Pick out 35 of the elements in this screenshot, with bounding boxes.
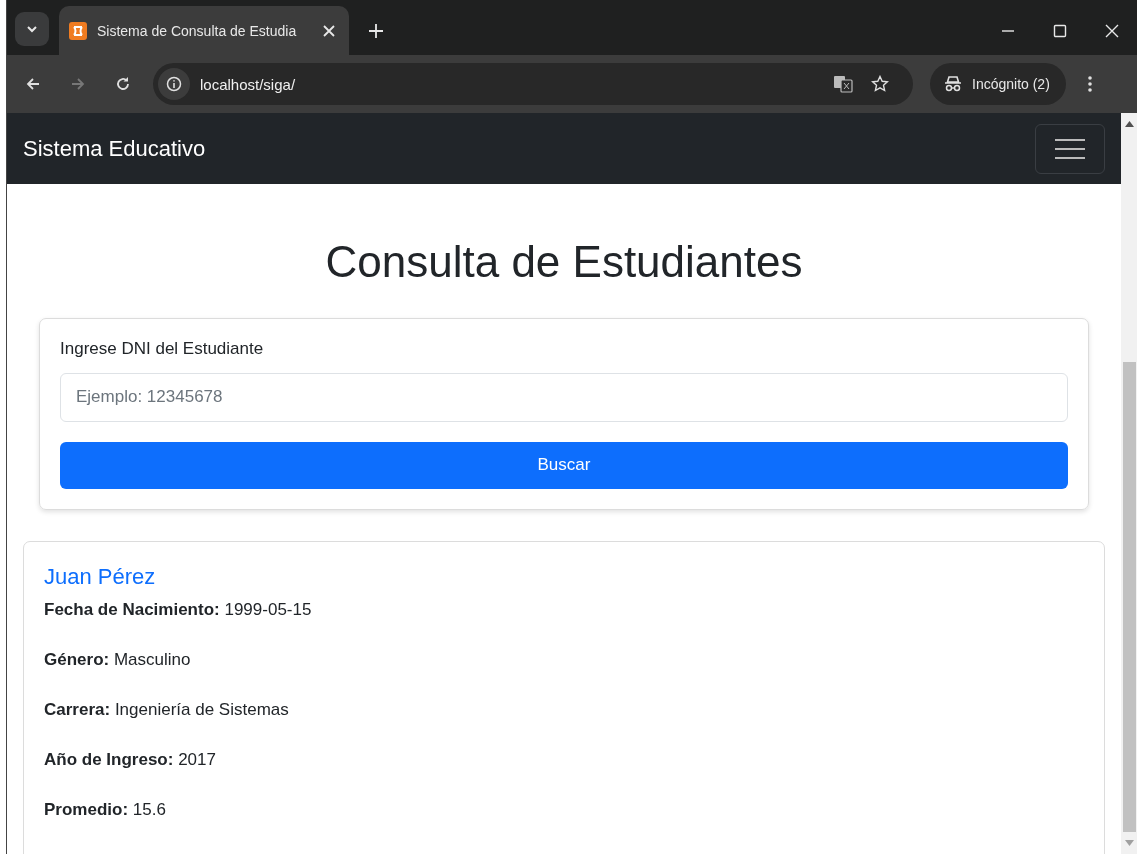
back-icon[interactable] (25, 76, 41, 92)
tab-title: Sistema de Consulta de Estudia (97, 22, 298, 39)
incognito-button[interactable]: Incógnito (2) (930, 63, 1066, 105)
bookmark-star-icon[interactable] (871, 75, 889, 93)
new-tab-icon[interactable] (369, 23, 383, 38)
menu-icon[interactable] (1087, 76, 1092, 92)
student-detail: Género: Masculino (44, 648, 192, 671)
field-label: Ingrese DNI del Estudiante (60, 338, 265, 359)
page-heading: Consulta de Estudiantes (324, 236, 804, 288)
student-detail: Año de Ingreso: 2017 (44, 748, 217, 771)
info-icon[interactable] (166, 76, 182, 92)
address-bar[interactable]: localhost/siga/ (153, 63, 913, 105)
student-detail: Promedio: 15.6 (44, 798, 167, 821)
close-icon[interactable] (323, 24, 335, 37)
scrollbar[interactable] (1121, 113, 1137, 854)
browser-tab[interactable]: Sistema de Consulta de Estudia (59, 6, 349, 55)
chevron-down-icon (26, 24, 38, 33)
menu-toggle-button[interactable] (1035, 123, 1105, 174)
scrollbar-thumb[interactable] (1123, 362, 1136, 832)
brand-link[interactable]: Sistema Educativo (23, 135, 206, 162)
reload-icon[interactable] (115, 76, 131, 92)
tab-list-button[interactable] (15, 11, 49, 46)
search-button[interactable]: Buscar (60, 441, 1068, 489)
student-name: Juan Pérez (44, 563, 156, 590)
close-window-icon[interactable] (1105, 23, 1119, 38)
maximize-icon[interactable] (1053, 23, 1067, 38)
forward-icon[interactable] (70, 76, 86, 92)
student-detail: Fecha de Nacimiento: 1999-05-15 (44, 598, 313, 621)
student-detail: Carrera: Ingeniería de Sistemas (44, 698, 290, 721)
scroll-up-icon[interactable] (1125, 121, 1134, 127)
menu-icon (1054, 137, 1086, 160)
dni-input-field[interactable]: Ejemplo: 12345678 (60, 372, 1068, 422)
incognito-icon (944, 76, 962, 92)
translate-icon[interactable] (833, 74, 853, 94)
app-logo-icon (69, 21, 87, 40)
